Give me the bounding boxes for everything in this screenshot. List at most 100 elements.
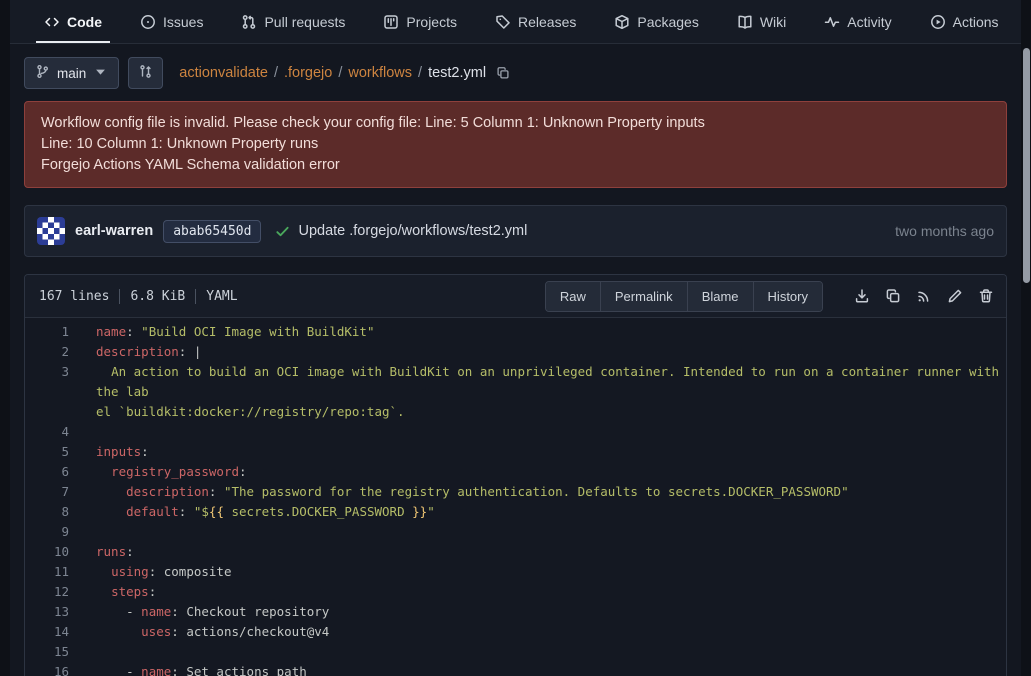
code-line: 12 steps: bbox=[25, 582, 1006, 602]
caret-down-icon bbox=[93, 64, 108, 79]
check-icon bbox=[275, 224, 290, 239]
nav-item-packages[interactable]: Packages bbox=[604, 0, 708, 43]
edit-icon bbox=[947, 288, 963, 304]
compare-icon bbox=[138, 64, 153, 82]
workflow-error-banner: Workflow config file is invalid. Please … bbox=[24, 101, 1007, 188]
commit-time: two months ago bbox=[895, 223, 994, 239]
line-number[interactable]: 16 bbox=[25, 662, 69, 676]
history-button[interactable]: History bbox=[753, 282, 822, 311]
latest-commit-bar: earl-warren abab65450d Update .forgejo/w… bbox=[24, 205, 1007, 257]
file-view: 167 lines 6.8 KiB YAML RawPermalinkBlame… bbox=[24, 274, 1007, 676]
nav-item-activity[interactable]: Activity bbox=[814, 0, 901, 43]
line-content: uses: actions/checkout@v4 bbox=[69, 622, 329, 642]
blame-button[interactable]: Blame bbox=[687, 282, 753, 311]
line-number[interactable]: 14 bbox=[25, 622, 69, 642]
delete-button[interactable] bbox=[978, 288, 994, 304]
file-line-count: 167 lines bbox=[39, 289, 119, 304]
line-number[interactable]: 4 bbox=[25, 422, 69, 442]
copy-icon bbox=[496, 66, 510, 80]
line-number[interactable]: 5 bbox=[25, 442, 69, 462]
line-content bbox=[69, 642, 96, 662]
error-line: Workflow config file is invalid. Please … bbox=[41, 113, 990, 134]
line-number[interactable]: 9 bbox=[25, 522, 69, 542]
commit-message[interactable]: Update .forgejo/workflows/test2.yml bbox=[298, 223, 527, 239]
line-number[interactable]: 8 bbox=[25, 502, 69, 522]
line-content: registry_password: bbox=[69, 462, 247, 482]
copy-button[interactable] bbox=[885, 288, 901, 304]
book-icon bbox=[737, 14, 753, 30]
line-content bbox=[69, 522, 96, 542]
raw-button[interactable]: Raw bbox=[546, 282, 600, 311]
code-line: 4 bbox=[25, 422, 1006, 442]
commit-hash-button[interactable]: abab65450d bbox=[163, 220, 261, 243]
branch-icon bbox=[35, 64, 50, 82]
code-line: 11 using: composite bbox=[25, 562, 1006, 582]
file-toolbar: main actionvalidate/.forgejo/workflows/t… bbox=[10, 44, 1021, 89]
breadcrumb-workflows[interactable]: workflows bbox=[348, 65, 412, 81]
breadcrumb-separator: / bbox=[274, 65, 278, 81]
file-actions: RawPermalinkBlameHistory bbox=[545, 281, 994, 312]
compare-button[interactable] bbox=[128, 57, 163, 89]
line-number[interactable]: 2 bbox=[25, 342, 69, 362]
nav-item-pull-requests[interactable]: Pull requests bbox=[231, 0, 355, 43]
pull-request-icon bbox=[241, 14, 257, 30]
branch-selector-button[interactable]: main bbox=[24, 57, 119, 89]
commit-author[interactable]: earl-warren bbox=[75, 223, 153, 239]
nav-item-label: Releases bbox=[518, 14, 576, 30]
line-content: steps: bbox=[69, 582, 156, 602]
nav-item-label: Projects bbox=[406, 14, 457, 30]
line-number[interactable]: 13 bbox=[25, 602, 69, 622]
copy-icon bbox=[885, 288, 901, 304]
nav-item-code[interactable]: Code bbox=[34, 0, 112, 43]
nav-item-settings[interactable]: Settings bbox=[1027, 0, 1031, 43]
delete-icon bbox=[978, 288, 994, 304]
nav-item-label: Actions bbox=[953, 14, 999, 30]
file-language: YAML bbox=[195, 289, 247, 304]
line-number[interactable]: 15 bbox=[25, 642, 69, 662]
nav-item-projects[interactable]: Projects bbox=[373, 0, 467, 43]
rss-icon bbox=[916, 288, 932, 304]
nav-item-label: Wiki bbox=[760, 14, 786, 30]
vertical-scrollbar[interactable] bbox=[1023, 48, 1030, 283]
line-number[interactable]: 7 bbox=[25, 482, 69, 502]
line-content: description: "The password for the regis… bbox=[69, 482, 849, 502]
nav-item-label: Issues bbox=[163, 14, 203, 30]
line-number[interactable]: 1 bbox=[25, 322, 69, 342]
copy-path-button[interactable] bbox=[496, 66, 510, 80]
issue-icon bbox=[140, 14, 156, 30]
line-number[interactable]: 3 bbox=[25, 362, 69, 422]
branch-label: main bbox=[57, 66, 86, 81]
nav-item-issues[interactable]: Issues bbox=[130, 0, 213, 43]
code-line: 14 uses: actions/checkout@v4 bbox=[25, 622, 1006, 642]
file-icon-buttons bbox=[839, 288, 994, 304]
nav-item-actions[interactable]: Actions bbox=[920, 0, 1009, 43]
rss-button[interactable] bbox=[916, 288, 932, 304]
code-line: 1name: "Build OCI Image with BuildKit" bbox=[25, 322, 1006, 342]
nav-item-label: Code bbox=[67, 14, 102, 30]
nav-item-wiki[interactable]: Wiki bbox=[727, 0, 796, 43]
edit-button[interactable] bbox=[947, 288, 963, 304]
breadcrumb-separator: / bbox=[418, 65, 422, 81]
nav-item-label: Pull requests bbox=[264, 14, 345, 30]
nav-item-releases[interactable]: Releases bbox=[485, 0, 586, 43]
line-number[interactable]: 10 bbox=[25, 542, 69, 562]
check-icon[interactable] bbox=[275, 224, 290, 239]
breadcrumb--forgejo[interactable]: .forgejo bbox=[284, 65, 332, 81]
line-content bbox=[69, 422, 96, 442]
line-number[interactable]: 6 bbox=[25, 462, 69, 482]
download-button[interactable] bbox=[854, 288, 870, 304]
line-number[interactable]: 11 bbox=[25, 562, 69, 582]
line-content: An action to build an OCI image with Bui… bbox=[69, 362, 1006, 422]
download-icon bbox=[854, 288, 870, 304]
file-view-buttons: RawPermalinkBlameHistory bbox=[545, 281, 823, 312]
avatar[interactable] bbox=[37, 217, 65, 245]
line-number[interactable]: 12 bbox=[25, 582, 69, 602]
line-content: using: composite bbox=[69, 562, 232, 582]
permalink-button[interactable]: Permalink bbox=[600, 282, 687, 311]
code-line: 3 An action to build an OCI image with B… bbox=[25, 362, 1006, 422]
code-line: 9 bbox=[25, 522, 1006, 542]
nav-item-label: Activity bbox=[847, 14, 891, 30]
error-line: Forgejo Actions YAML Schema validation e… bbox=[41, 155, 990, 176]
breadcrumb-actionvalidate[interactable]: actionvalidate bbox=[179, 65, 268, 81]
code-line: 10runs: bbox=[25, 542, 1006, 562]
